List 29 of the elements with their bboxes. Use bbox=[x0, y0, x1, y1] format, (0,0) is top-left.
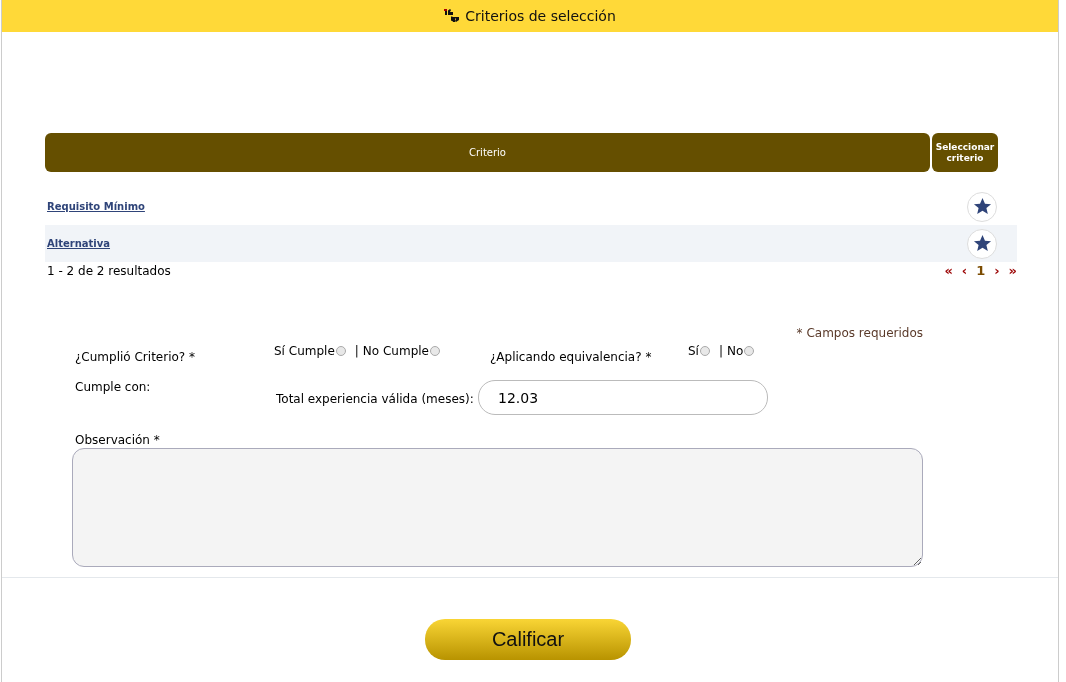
header-title: Criterios de selección bbox=[465, 8, 616, 24]
criterion-link[interactable]: Alternativa bbox=[47, 238, 110, 249]
question-label: ¿Aplicando equivalencia? * bbox=[489, 349, 653, 364]
observation-label: Observación * bbox=[75, 433, 161, 447]
radio-option[interactable]: No Cumple bbox=[362, 344, 440, 358]
separator-text: | bbox=[718, 344, 723, 358]
column-header: Criterio bbox=[45, 133, 930, 172]
star-icon bbox=[972, 197, 992, 216]
first-page-link[interactable]: « bbox=[944, 263, 953, 278]
radio-option[interactable]: Sí Cumple bbox=[274, 344, 346, 358]
star-icon bbox=[972, 234, 992, 253]
page-link[interactable]: 1 bbox=[976, 263, 986, 278]
last-page-link[interactable]: » bbox=[1008, 263, 1017, 278]
question-label: ¿Cumplió Criterio? * bbox=[74, 349, 196, 364]
previous-page-link[interactable]: ‹ bbox=[961, 263, 968, 278]
experience-input-field[interactable]: 12.03 bbox=[478, 380, 768, 415]
criterion-link[interactable]: Requisito Mínimo bbox=[47, 201, 145, 212]
calificar-button[interactable]: Calificar bbox=[425, 619, 631, 660]
required-note: * Campos requeridos bbox=[796, 326, 923, 340]
separator-text: | bbox=[354, 344, 359, 358]
next-page-link[interactable]: › bbox=[994, 263, 1000, 278]
experience-label: Total experiencia válida (meses): bbox=[276, 391, 475, 408]
results-summary: 1 - 2 de 2 resultados bbox=[47, 263, 171, 278]
select-star-button[interactable] bbox=[967, 191, 997, 222]
radio-option[interactable]: No bbox=[727, 344, 755, 358]
cumple-con-label: Cumple con: bbox=[74, 380, 152, 396]
radio-option[interactable]: Sí bbox=[688, 344, 710, 358]
select-star-button[interactable] bbox=[967, 228, 997, 259]
column-header: Seleccionar criterio bbox=[932, 133, 998, 172]
